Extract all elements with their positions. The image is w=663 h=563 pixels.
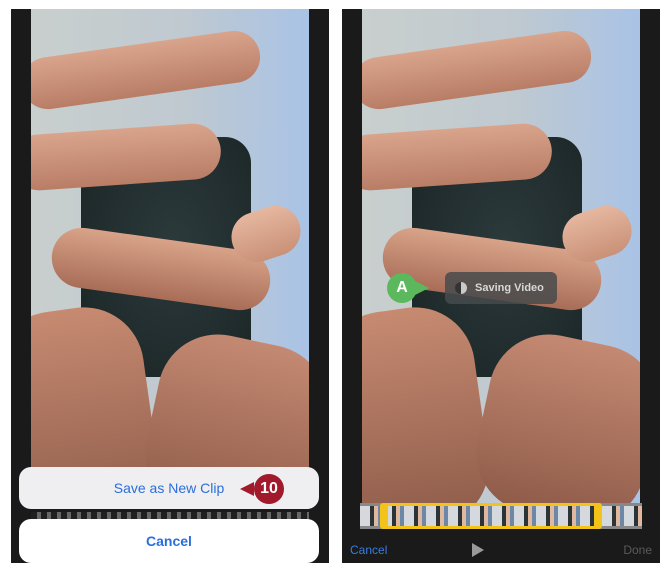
progress-spinner-icon [455, 282, 467, 294]
step-number-badge: 10 [254, 474, 284, 504]
left-phone-screen: Save as New Clip Cancel 10 [11, 9, 329, 563]
cancel-label: Cancel [146, 533, 192, 549]
callout-arrow-icon [240, 482, 254, 496]
saving-video-label: Saving Video [475, 282, 544, 294]
annotation-letter-badge: A [387, 273, 417, 303]
step-callout: 10 [240, 474, 284, 504]
annotation-callout: A [387, 273, 429, 303]
trim-handles[interactable] [380, 503, 602, 529]
trim-filmstrip[interactable] [360, 503, 642, 529]
saving-video-hud: Saving Video [445, 272, 557, 304]
play-icon[interactable] [472, 542, 484, 557]
cancel-button[interactable]: Cancel [19, 519, 319, 563]
right-phone-screen: Saving Video A Cancel Done [342, 9, 660, 563]
save-as-new-clip-label: Save as New Clip [113, 480, 225, 496]
cancel-button[interactable]: Cancel [350, 543, 387, 557]
video-preview [31, 9, 309, 509]
editor-toolbar: Cancel Done [342, 536, 660, 563]
callout-arrow-icon [415, 281, 429, 295]
done-button[interactable]: Done [623, 543, 652, 557]
finger [31, 27, 264, 113]
finger [362, 27, 595, 113]
video-preview [362, 9, 640, 509]
